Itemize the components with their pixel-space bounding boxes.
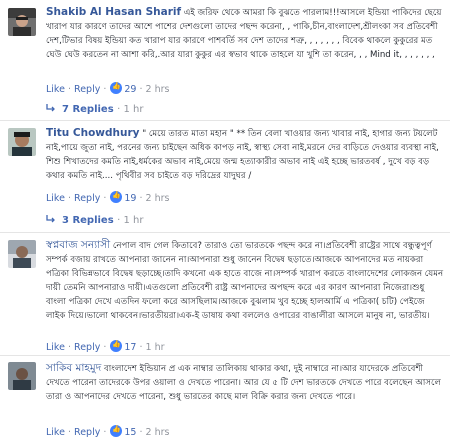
like-count[interactable]: 29 (124, 84, 136, 95)
like-button[interactable]: Like (46, 84, 65, 95)
reply-button[interactable]: Reply (74, 427, 100, 438)
comment-3: স্বপ্নবাজ সন্যাসী নেপাল বাদ গেল কিতাবে? … (0, 233, 450, 355)
comment-actions: Like · Reply · 19 · 2 hrs (46, 191, 170, 204)
avatar[interactable] (8, 8, 36, 36)
comment-author[interactable]: Titu Chowdhury (46, 127, 140, 139)
comment-actions: Like · Reply · 29 · 2 hrs (46, 82, 170, 95)
reply-button[interactable]: Reply (74, 84, 100, 95)
replies-time: 1 hr (123, 104, 144, 115)
comment-2: Titu Chowdhury " মেয়ে তারত মাতা মহান " … (0, 121, 450, 232)
comment-text: স্বপ্নবাজ সন্যাসী নেপাল বাদ গেল কিতাবে? … (46, 238, 444, 323)
like-button[interactable]: Like (46, 427, 65, 438)
comment-1: Shakib Al Hasan Sharif এই জরিফ থেকে আমরা… (0, 0, 450, 120)
comment-time[interactable]: 2 hrs (146, 84, 170, 95)
comment-body: নেপাল বাদ গেল কিতাবে? তারাও তো ভারতকে পছ… (46, 241, 444, 321)
reply-button[interactable]: Reply (74, 342, 100, 353)
view-replies[interactable]: 3 Replies · 1 hr (46, 213, 144, 226)
like-icon (110, 340, 123, 352)
comment-time[interactable]: 2 hrs (146, 193, 170, 204)
like-count[interactable]: 15 (124, 427, 136, 438)
comment-actions: Like · Reply · 15 · 2 hrs (46, 425, 170, 438)
like-icon (110, 82, 123, 94)
like-button[interactable]: Like (46, 342, 65, 353)
comment-4: সাকিব মাহমুদ বাংলাদেশ ইন্ডিয়ান প্র এক ন… (0, 356, 450, 441)
comment-text: Shakib Al Hasan Sharif এই জরিফ থেকে আমরা… (46, 5, 444, 62)
avatar[interactable] (8, 128, 36, 156)
comment-thread: Shakib Al Hasan Sharif এই জরিফ থেকে আমরা… (0, 0, 450, 441)
view-replies[interactable]: 7 Replies · 1 hr (46, 102, 144, 115)
like-icon (110, 425, 123, 437)
avatar[interactable] (8, 240, 36, 268)
comment-actions: Like · Reply · 17 · 1 hr (46, 340, 165, 353)
comment-text: Titu Chowdhury " মেয়ে তারত মাতা মহান " … (46, 126, 444, 183)
replies-count[interactable]: 7 Replies (62, 104, 114, 115)
like-button[interactable]: Like (46, 193, 65, 204)
comment-author[interactable]: সাকিব মাহমুদ (46, 362, 101, 374)
comment-time[interactable]: 2 hrs (146, 427, 170, 438)
reply-arrow-icon (46, 215, 55, 223)
comment-author[interactable]: Shakib Al Hasan Sharif (46, 6, 181, 18)
like-count[interactable]: 19 (124, 193, 136, 204)
avatar[interactable] (8, 362, 36, 390)
comment-text: সাকিব মাহমুদ বাংলাদেশ ইন্ডিয়ান প্র এক ন… (46, 361, 444, 404)
comment-author[interactable]: স্বপ্নবাজ সন্যাসী (46, 239, 110, 251)
reply-button[interactable]: Reply (74, 193, 100, 204)
like-icon (110, 191, 123, 203)
comment-time[interactable]: 1 hr (146, 342, 165, 353)
like-count[interactable]: 17 (124, 342, 136, 353)
comment-body: বাংলাদেশ ইন্ডিয়ান প্র এক নাম্বার তালিকা… (46, 364, 441, 402)
replies-time: 1 hr (123, 215, 144, 226)
replies-count[interactable]: 3 Replies (62, 215, 114, 226)
reply-arrow-icon (46, 104, 55, 112)
